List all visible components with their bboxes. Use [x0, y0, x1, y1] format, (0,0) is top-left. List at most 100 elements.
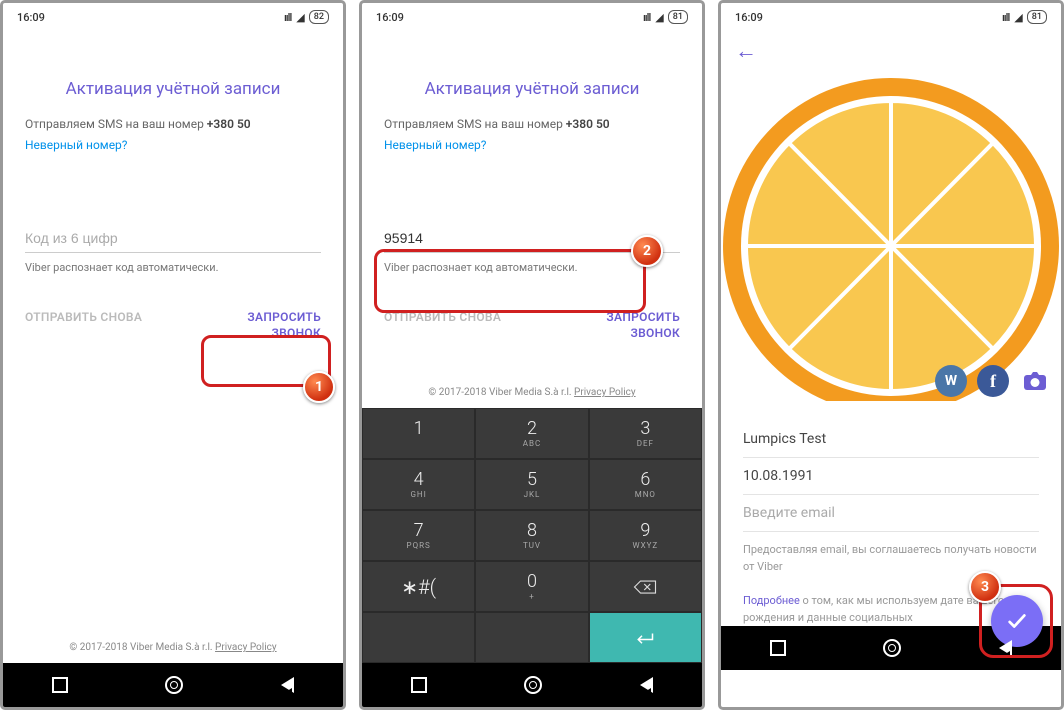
battery-indicator: 81 [668, 10, 688, 24]
android-navbar [3, 663, 343, 707]
vk-button[interactable]: W [935, 365, 967, 397]
buttons-row: ОТПРАВИТЬ СНОВА ЗАПРОСИТЬ ЗВОНОК [25, 310, 321, 341]
check-icon [1006, 610, 1028, 632]
numeric-keypad: 1 2ABC 3DEF 4GHI 5JKL 6MNO 7PQRS 8TUV 9W… [362, 408, 702, 663]
code-area: Viber распознает код автоматически. [25, 224, 321, 274]
code-input[interactable] [25, 224, 321, 253]
step-badge-3: 3 [969, 571, 1001, 603]
copyright: © 2017-2018 Viber Media S.à r.l. [428, 387, 574, 398]
page-title: Активация учётной записи [384, 79, 680, 99]
profile-header: ← [721, 31, 1061, 71]
page-title: Активация учётной записи [25, 79, 321, 99]
wifi-icon: ◢ [655, 11, 662, 24]
phone-number: +380 50 [207, 117, 251, 131]
back-arrow-icon[interactable]: ← [735, 38, 757, 64]
status-bar: 16:09 ııll ◢ 82 [3, 3, 343, 31]
nav-home-button[interactable] [165, 676, 183, 694]
avatar-area: W f [721, 71, 1061, 401]
profile-form: Lumpics Test 10.08.1991 Введите email Пр… [721, 401, 1061, 626]
key-empty-left [362, 612, 475, 663]
key-empty-mid [475, 612, 588, 663]
nav-back-button[interactable] [640, 677, 653, 693]
request-call-button[interactable]: ЗАПРОСИТЬ ЗВОНОК [606, 310, 680, 341]
nav-home-button[interactable] [883, 639, 901, 657]
privacy-policy-link[interactable]: Privacy Policy [215, 642, 277, 653]
social-row: W f [935, 365, 1051, 397]
battery-indicator: 82 [309, 10, 329, 24]
camera-button[interactable] [1019, 365, 1051, 397]
battery-indicator: 81 [1027, 10, 1047, 24]
signal-icon: ııll [643, 11, 650, 24]
enter-icon [633, 630, 657, 646]
key-7[interactable]: 7PQRS [362, 510, 475, 561]
copyright: © 2017-2018 Viber Media S.à r.l. [69, 642, 215, 653]
activation-content: Активация учётной записи Отправляем SMS … [3, 31, 343, 632]
wifi-icon: ◢ [1014, 11, 1021, 24]
footer: © 2017-2018 Viber Media S.à r.l. Privacy… [384, 377, 680, 408]
request-call-l1: ЗАПРОСИТЬ [606, 310, 680, 326]
wrong-number-link[interactable]: Неверный номер? [384, 138, 680, 152]
signal-icon: ııll [1002, 11, 1009, 24]
name-field[interactable]: Lumpics Test [743, 421, 1039, 458]
nav-recents-button[interactable] [411, 677, 427, 693]
key-1[interactable]: 1 [362, 408, 475, 459]
birthday-field[interactable]: 10.08.1991 [743, 458, 1039, 495]
email-field[interactable]: Введите email [743, 495, 1039, 532]
resend-button[interactable]: ОТПРАВИТЬ СНОВА [384, 310, 501, 341]
status-time: 16:09 [17, 11, 45, 24]
nav-recents-button[interactable] [770, 640, 786, 656]
step-badge-2: 2 [631, 235, 663, 267]
step-badge-1: 1 [303, 371, 335, 403]
phone-screen-3: 16:09 ııll ◢ 81 ← W f [718, 0, 1064, 710]
backspace-icon [633, 578, 657, 596]
key-5[interactable]: 5JKL [475, 459, 588, 510]
facebook-button[interactable]: f [977, 365, 1009, 397]
signal-icon: ııll [284, 11, 291, 24]
status-time: 16:09 [735, 11, 763, 24]
nav-back-button[interactable] [999, 640, 1012, 656]
request-call-l2: ЗВОНОК [606, 326, 680, 342]
phone-screen-1: 16:09 ııll ◢ 82 Активация учётной записи… [0, 0, 346, 710]
auto-detect-text: Viber распознает код автоматически. [25, 261, 321, 274]
nav-home-button[interactable] [524, 676, 542, 694]
key-9[interactable]: 9WXYZ [589, 510, 702, 561]
camera-icon [1023, 371, 1047, 391]
android-navbar [362, 663, 702, 707]
sms-prefix: Отправляем SMS на ваш номер [384, 117, 566, 131]
key-4[interactable]: 4GHI [362, 459, 475, 510]
phone-number: +380 50 [566, 117, 610, 131]
sms-prefix: Отправляем SMS на ваш номер [25, 117, 207, 131]
wifi-icon: ◢ [296, 11, 303, 24]
status-bar: 16:09 ııll ◢ 81 [721, 3, 1061, 31]
nav-back-button[interactable] [281, 677, 294, 693]
status-icons: ııll ◢ 81 [643, 10, 688, 24]
wrong-number-link[interactable]: Неверный номер? [25, 138, 321, 152]
activation-content: Активация учётной записи Отправляем SMS … [362, 31, 702, 408]
request-call-button[interactable]: ЗАПРОСИТЬ ЗВОНОК [247, 310, 321, 341]
privacy-policy-link[interactable]: Privacy Policy [574, 387, 636, 398]
request-call-l1: ЗАПРОСИТЬ [247, 310, 321, 326]
nav-recents-button[interactable] [52, 677, 68, 693]
email-hint: Предоставляя email, вы соглашаетесь полу… [743, 542, 1039, 575]
status-icons: ııll ◢ 81 [1002, 10, 1047, 24]
key-backspace[interactable] [589, 561, 702, 612]
resend-button[interactable]: ОТПРАВИТЬ СНОВА [25, 310, 142, 341]
avatar-orange-icon [721, 71, 1061, 401]
key-2[interactable]: 2ABC [475, 408, 588, 459]
buttons-row: ОТПРАВИТЬ СНОВА ЗАПРОСИТЬ ЗВОНОК [384, 310, 680, 341]
key-3[interactable]: 3DEF [589, 408, 702, 459]
sms-sent-text: Отправляем SMS на ваш номер +380 50 [384, 115, 680, 134]
key-6[interactable]: 6MNO [589, 459, 702, 510]
key-enter[interactable] [589, 612, 702, 663]
phone-screen-2: 16:09 ııll ◢ 81 Активация учётной записи… [359, 0, 705, 710]
status-time: 16:09 [376, 11, 404, 24]
key-symbols[interactable]: ∗#( [362, 561, 475, 612]
key-0[interactable]: 0+ [475, 561, 588, 612]
request-call-l2: ЗВОНОК [247, 326, 321, 342]
more-link[interactable]: Подробнее [743, 594, 800, 607]
key-8[interactable]: 8TUV [475, 510, 588, 561]
sms-sent-text: Отправляем SMS на ваш номер +380 50 [25, 115, 321, 134]
footer: © 2017-2018 Viber Media S.à r.l. Privacy… [3, 632, 343, 663]
status-bar: 16:09 ııll ◢ 81 [362, 3, 702, 31]
status-icons: ııll ◢ 82 [284, 10, 329, 24]
